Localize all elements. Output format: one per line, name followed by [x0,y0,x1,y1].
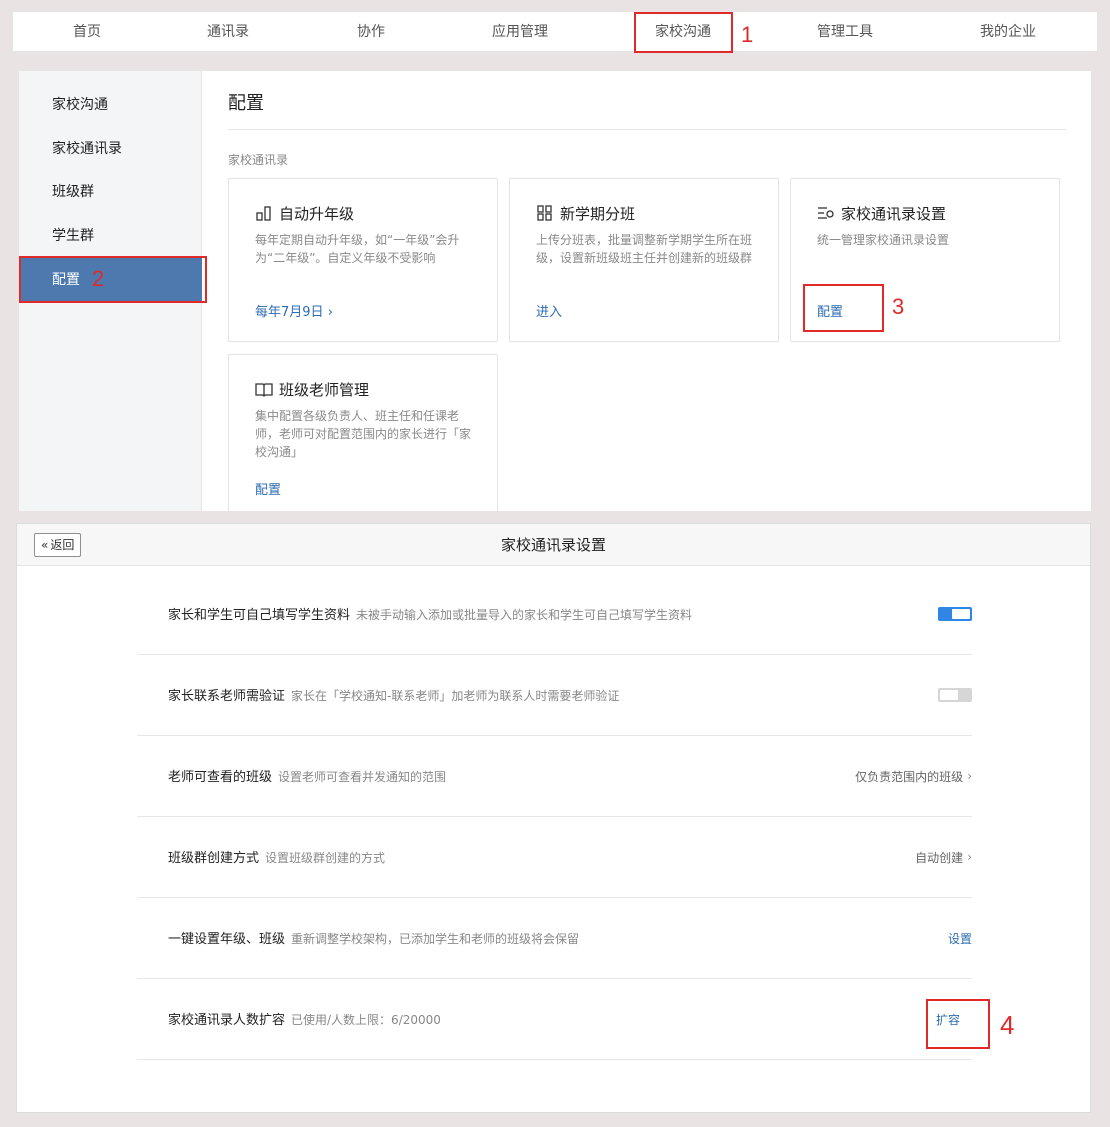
top-nav: 首页 通讯录 协作 应用管理 家校沟通 管理工具 我的企业 [13,12,1097,52]
tab-contacts[interactable]: 通讯录 [193,12,263,52]
chevron-right-icon: › [327,305,333,320]
chevron-right-icon: › [967,769,972,783]
teacher-verify-toggle[interactable] [938,688,972,702]
card-class-teacher-management: 班级老师管理 集中配置各级负责人、班主任和任课老师，老师可对配置范围内的家长进行… [228,354,498,511]
setting-name: 家校通讯录人数扩容 [168,1013,286,1028]
annotation-box [803,284,884,332]
visible-classes-select[interactable]: 仅负责范围内的班级 › [855,736,972,816]
tab-home[interactable]: 首页 [57,12,117,52]
setting-row: 老师可查看的班级 设置老师可查看并发通知的范围 仅负责范围内的班级 › [137,736,972,817]
back-label: 返回 [50,538,75,552]
setting-description: 已使用/人数上限：6/20000 [291,1013,441,1027]
card-new-term-classes: 新学期分班 上传分班表，批量调整新学期学生所在班级，设置新班级班主任并创建新的班… [509,178,779,342]
page-title: 配置 [228,93,264,114]
annotation-box [926,999,990,1049]
annotation-number: 4 [1000,1010,1015,1040]
tab-app-management[interactable]: 应用管理 [483,12,557,52]
setting-name: 老师可查看的班级 [168,770,273,785]
setting-description: 设置老师可查看并发通知的范围 [278,770,447,784]
divider [228,129,1066,130]
tab-admin-tools[interactable]: 管理工具 [808,12,882,52]
annotation-number: 2 [92,266,105,291]
setting-row: 家长和学生可自己填写学生资料 未被手动输入添加或批量导入的家长和学生可自己填写学生… [137,574,972,655]
tab-my-company[interactable]: 我的企业 [971,12,1045,52]
setting-name: 班级群创建方式 [168,851,260,866]
bar-chart-icon [256,206,271,221]
card-description: 每年定期自动升年级，如“一年级”会升为“二年级”。自定义年级不受影响 [255,233,460,265]
setting-description: 设置班级群创建的方式 [265,851,386,865]
setting-row: 一键设置年级、班级 重新调整学校架构，已添加学生和老师的班级将会保留 设置 [137,898,972,979]
sidebar-item-directory[interactable]: 家校通讯录 [19,129,202,169]
section-label: 家校通讯录 [228,153,289,167]
setting-name: 家长联系老师需验证 [168,689,286,704]
card-title: 自动升年级 [279,204,355,223]
sidebar-item-student-groups[interactable]: 学生群 [19,216,202,256]
chevron-right-icon: › [967,850,972,864]
card-title: 新学期分班 [560,204,636,223]
teacher-config-link[interactable]: 配置 [255,479,281,498]
annotation-box [634,12,733,53]
tab-collaboration[interactable]: 协作 [341,12,401,52]
card-title: 家校通讯录设置 [841,204,947,223]
settings-header: 家校通讯录设置 « 返回 [17,524,1090,566]
card-description: 统一管理家校通讯录设置 [817,233,950,247]
list-settings-icon [818,207,834,219]
setting-row: 家校通讯录人数扩容 已使用/人数上限：6/20000 扩容 [137,979,972,1060]
config-content: 配置 家校通讯录 自动升年级 每年定期自动升年级，如“一年级”会升为“二年级”。… [203,71,1091,511]
group-creation-select[interactable]: 自动创建 › [915,817,972,897]
auto-promote-date-link[interactable]: 每年7月9日 › [255,301,333,320]
setting-row: 家长联系老师需验证 家长在「学校通知-联系老师」加老师为联系人时需要老师验证 [137,655,972,736]
setting-description: 未被手动输入添加或批量导入的家长和学生可自己填写学生资料 [356,608,693,622]
setting-description: 家长在「学校通知-联系老师」加老师为联系人时需要老师验证 [291,689,620,703]
settings-title: 家校通讯录设置 [500,536,606,554]
setting-name: 家长和学生可自己填写学生资料 [168,608,351,623]
book-icon [255,383,273,397]
setup-grades-link[interactable]: 设置 [948,898,972,978]
annotation-number: 1 [741,22,754,47]
self-fill-toggle[interactable] [938,607,972,621]
enter-link[interactable]: 进入 [536,301,562,320]
annotation-number: 3 [892,294,905,319]
card-auto-promote: 自动升年级 每年定期自动升年级，如“一年级”会升为“二年级”。自定义年级不受影响… [228,178,498,342]
sidebar-item-home-school[interactable]: 家校沟通 [19,85,202,125]
back-button[interactable]: « 返回 [34,533,82,557]
setting-description: 重新调整学校架构，已添加学生和老师的班级将会保留 [291,932,580,946]
card-title: 班级老师管理 [279,380,370,399]
sidebar-item-class-groups[interactable]: 班级群 [19,172,202,212]
card-description: 上传分班表，批量调整新学期学生所在班级，设置新班级班主任并创建新的班级群 [536,233,753,265]
setting-row: 班级群创建方式 设置班级群创建的方式 自动创建 › [137,817,972,898]
card-description: 集中配置各级负责人、班主任和任课老师，老师可对配置范围内的家长进行「家校沟通」 [255,409,472,459]
grid-icon [537,205,552,221]
annotation-box [19,256,207,303]
double-chevron-left-icon: « [41,538,49,552]
setting-name: 一键设置年级、班级 [168,932,286,947]
